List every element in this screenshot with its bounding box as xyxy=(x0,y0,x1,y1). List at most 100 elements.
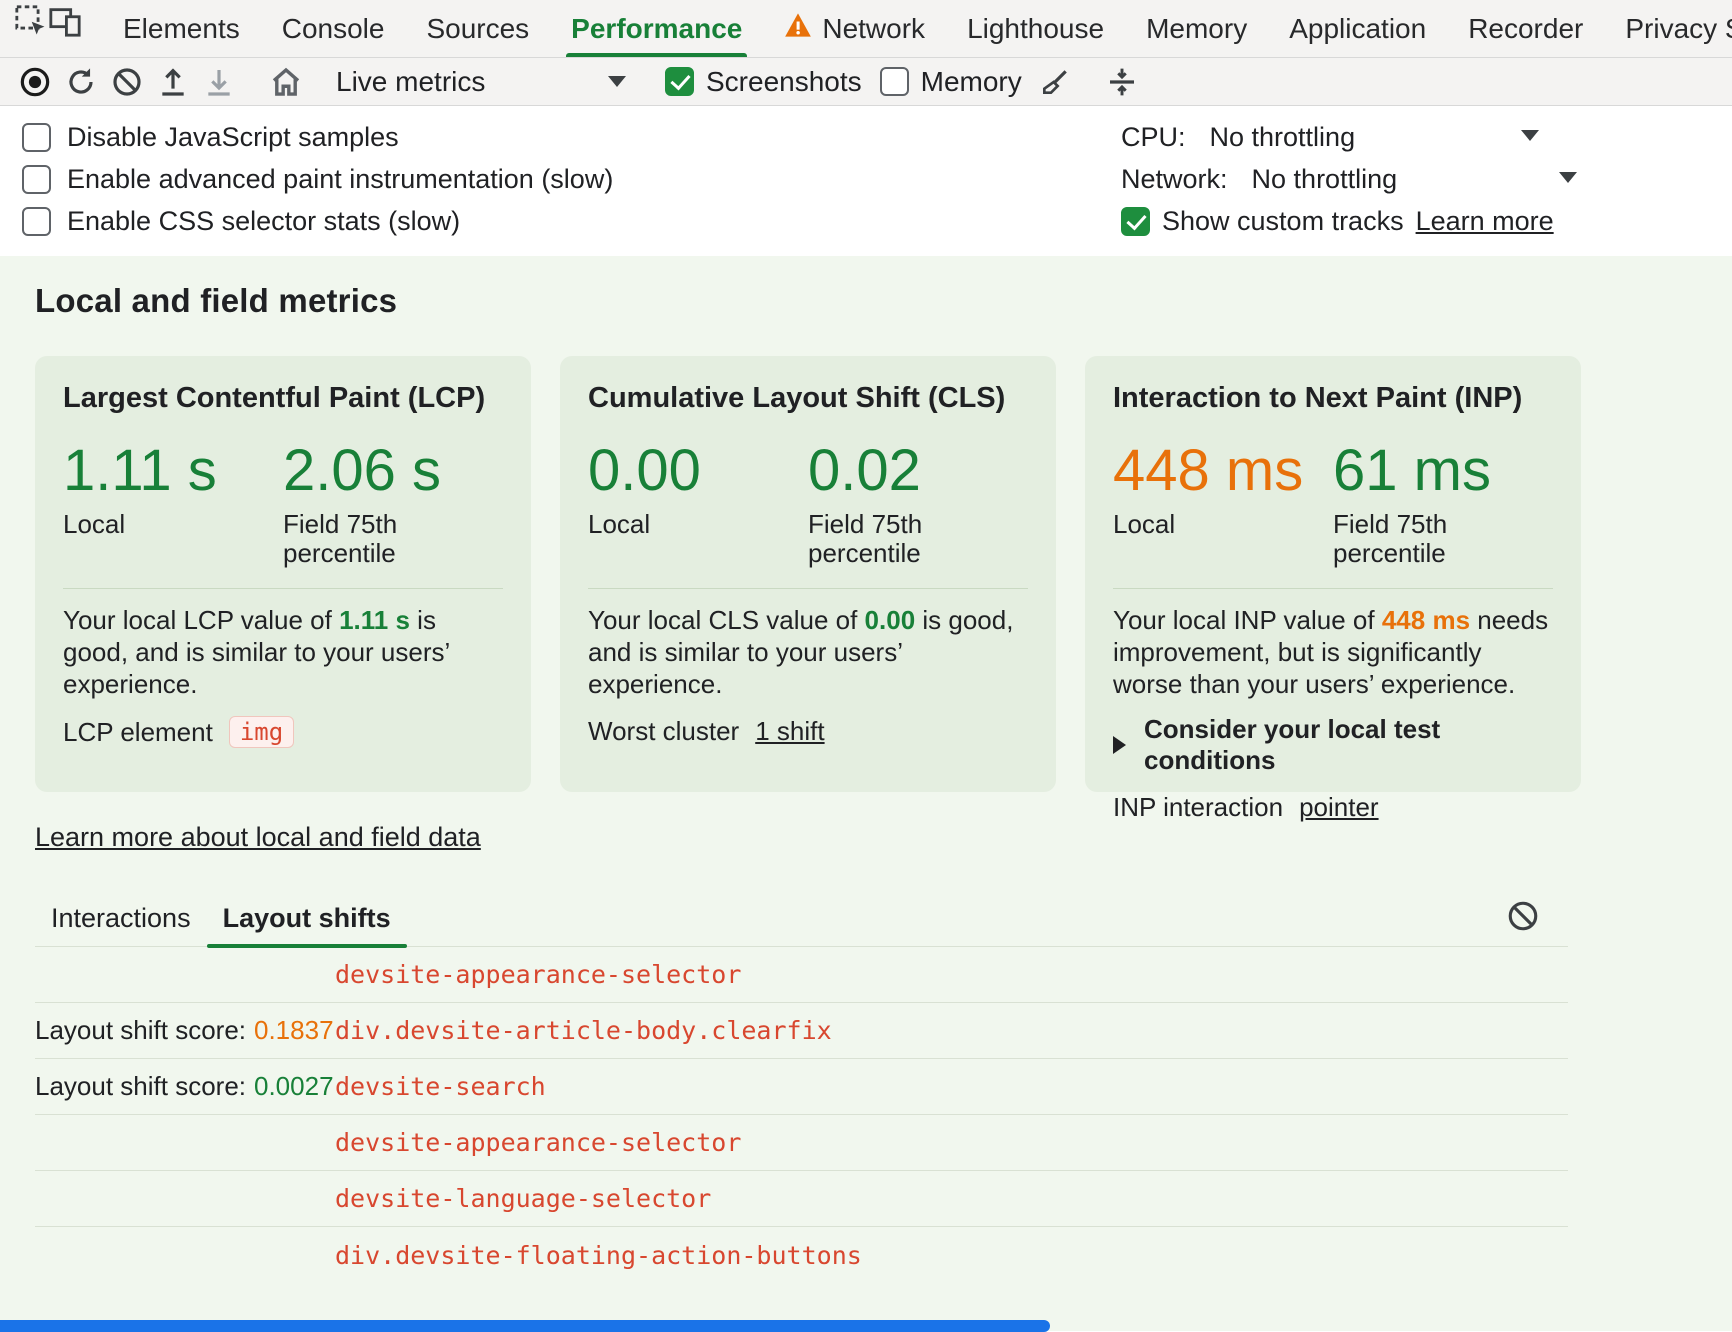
cls-desc-value: 0.00 xyxy=(865,605,916,635)
show-custom-tracks-checkbox[interactable]: Show custom tracks xyxy=(1121,206,1404,237)
inp-field-value: 61 ms xyxy=(1333,437,1553,504)
desc-text: Your local LCP value of xyxy=(63,605,339,635)
layout-shift-row[interactable]: div.devsite-floating-action-buttons xyxy=(35,1227,1568,1283)
reload-icon[interactable] xyxy=(58,61,104,103)
node-link[interactable]: devsite-appearance-selector xyxy=(335,1128,741,1157)
checkbox-unchecked-icon xyxy=(22,207,51,236)
horizontal-scrollbar-thumb[interactable] xyxy=(0,1320,1050,1332)
inp-local-value: 448 ms xyxy=(1113,437,1333,504)
upload-profile-icon[interactable] xyxy=(150,61,196,103)
node-link[interactable]: div.devsite-floating-action-buttons xyxy=(335,1241,862,1270)
learn-more-link[interactable]: Learn more xyxy=(1416,206,1554,237)
layout-shift-score-value: 0.0027 xyxy=(254,1071,334,1102)
worst-cluster-link[interactable]: 1 shift xyxy=(755,716,824,747)
tab-label: Interactions xyxy=(51,903,191,933)
lcp-description: Your local LCP value of 1.11 s is good, … xyxy=(63,605,503,700)
vertical-align-icon[interactable] xyxy=(1099,61,1145,103)
lcp-card: Largest Contentful Paint (LCP) 1.11 s Lo… xyxy=(35,356,531,792)
collect-garbage-icon[interactable] xyxy=(1032,61,1078,103)
divider xyxy=(588,588,1028,589)
memory-label: Memory xyxy=(921,66,1022,98)
inp-description: Your local INP value of 448 ms needs imp… xyxy=(1113,605,1553,700)
layout-shift-row[interactable]: Layout shift score: 0.0027 devsite-searc… xyxy=(35,1059,1568,1115)
tab-elements[interactable]: Elements xyxy=(102,0,261,57)
desc-text: Your local CLS value of xyxy=(588,605,865,635)
tab-network[interactable]: Network xyxy=(763,0,946,57)
layout-shift-score-value: 0.1837 xyxy=(254,1015,334,1046)
worst-cluster-label: Worst cluster xyxy=(588,716,739,747)
screenshots-checkbox[interactable]: Screenshots xyxy=(665,66,862,98)
clear-icon[interactable] xyxy=(104,61,150,103)
inspect-element-icon[interactable] xyxy=(14,0,48,42)
layout-shift-row[interactable]: devsite-language-selector xyxy=(35,1171,1568,1227)
tab-console[interactable]: Console xyxy=(261,0,406,57)
tab-memory[interactable]: Memory xyxy=(1125,0,1268,57)
tab-lighthouse[interactable]: Lighthouse xyxy=(946,0,1125,57)
throttling-settings: CPU: No throttling Network: No throttlin… xyxy=(1121,116,1732,242)
tab-label: Lighthouse xyxy=(967,13,1104,45)
network-label: Network: xyxy=(1121,164,1228,195)
tab-sources[interactable]: Sources xyxy=(405,0,550,57)
clear-log-icon[interactable] xyxy=(1506,899,1540,940)
tab-application[interactable]: Application xyxy=(1268,0,1447,57)
field-label: Field 75th percentile xyxy=(808,510,958,568)
layout-shift-row[interactable]: devsite-appearance-selector xyxy=(35,947,1568,1003)
learn-more-field-data-link[interactable]: Learn more about local and field data xyxy=(35,822,481,853)
live-metrics-dropdown[interactable]: Live metrics xyxy=(336,66,626,98)
log-tabs: Interactions Layout shifts xyxy=(35,901,1568,947)
cls-description: Your local CLS value of 0.00 is good, an… xyxy=(588,605,1028,700)
local-test-conditions-expander[interactable]: Consider your local test conditions xyxy=(1113,714,1553,776)
local-label: Local xyxy=(1113,510,1333,539)
tab-performance[interactable]: Performance xyxy=(550,0,763,57)
layout-shift-score-label: Layout shift score: xyxy=(35,1015,246,1046)
node-link[interactable]: devsite-appearance-selector xyxy=(335,960,741,989)
local-label: Local xyxy=(63,510,283,539)
metric-cards: Largest Contentful Paint (LCP) 1.11 s Lo… xyxy=(35,356,1537,792)
download-profile-icon[interactable] xyxy=(196,61,242,103)
layout-shift-row[interactable]: devsite-appearance-selector xyxy=(35,1115,1568,1171)
checkbox-checked-icon xyxy=(665,67,694,96)
tab-label: Recorder xyxy=(1468,13,1583,45)
cpu-value: No throttling xyxy=(1210,122,1356,153)
field-label: Field 75th percentile xyxy=(283,510,433,568)
css-selector-stats-label: Enable CSS selector stats (slow) xyxy=(67,206,460,237)
devtools-tabbar: Elements Console Sources Performance Net… xyxy=(0,0,1732,58)
cpu-throttling-select[interactable]: CPU: No throttling xyxy=(1121,116,1732,158)
desc-text: Your local INP value of xyxy=(1113,605,1382,635)
lcp-local-value: 1.11 s xyxy=(63,437,283,504)
tab-layout-shifts[interactable]: Layout shifts xyxy=(207,903,407,946)
home-icon[interactable] xyxy=(263,61,309,103)
warning-icon xyxy=(784,12,812,45)
tab-interactions[interactable]: Interactions xyxy=(35,903,207,946)
inp-interaction-label: INP interaction xyxy=(1113,792,1283,823)
tab-label: Memory xyxy=(1146,13,1247,45)
tab-label: Sources xyxy=(426,13,529,45)
node-link[interactable]: devsite-search xyxy=(335,1072,546,1101)
layout-shift-score-label: Layout shift score: xyxy=(35,1071,246,1102)
record-icon[interactable] xyxy=(12,61,58,103)
tab-recorder[interactable]: Recorder xyxy=(1447,0,1604,57)
node-link[interactable]: div.devsite-article-body.clearfix xyxy=(335,1016,832,1045)
screenshots-label: Screenshots xyxy=(706,66,862,98)
advanced-paint-label: Enable advanced paint instrumentation (s… xyxy=(67,164,613,195)
lcp-element-label: LCP element xyxy=(63,717,213,748)
live-metrics-view: Local and field metrics Largest Contentf… xyxy=(0,256,1732,1331)
cpu-label: CPU: xyxy=(1121,122,1186,153)
chevron-down-icon xyxy=(608,76,626,87)
lcp-element-node-link[interactable]: img xyxy=(229,716,294,748)
checkbox-unchecked-icon xyxy=(22,123,51,152)
tab-privacy-sandbox[interactable]: Privacy Sandbox xyxy=(1604,0,1732,57)
cls-card-title: Cumulative Layout Shift (CLS) xyxy=(588,382,1028,415)
device-toolbar-icon[interactable] xyxy=(48,0,82,42)
tab-label: Layout shifts xyxy=(223,903,391,933)
node-link[interactable]: devsite-language-selector xyxy=(335,1184,711,1213)
memory-checkbox[interactable]: Memory xyxy=(880,66,1022,98)
network-value: No throttling xyxy=(1252,164,1398,195)
performance-toolbar: Live metrics Screenshots Memory xyxy=(0,58,1732,106)
inp-interaction-link[interactable]: pointer xyxy=(1299,792,1379,823)
field-label: Field 75th percentile xyxy=(1333,510,1483,568)
layout-shift-row[interactable]: Layout shift score: 0.1837 div.devsite-a… xyxy=(35,1003,1568,1059)
tab-label: Privacy Sandbox xyxy=(1625,13,1732,45)
network-throttling-select[interactable]: Network: No throttling xyxy=(1121,158,1732,200)
chevron-down-icon xyxy=(1559,172,1577,183)
